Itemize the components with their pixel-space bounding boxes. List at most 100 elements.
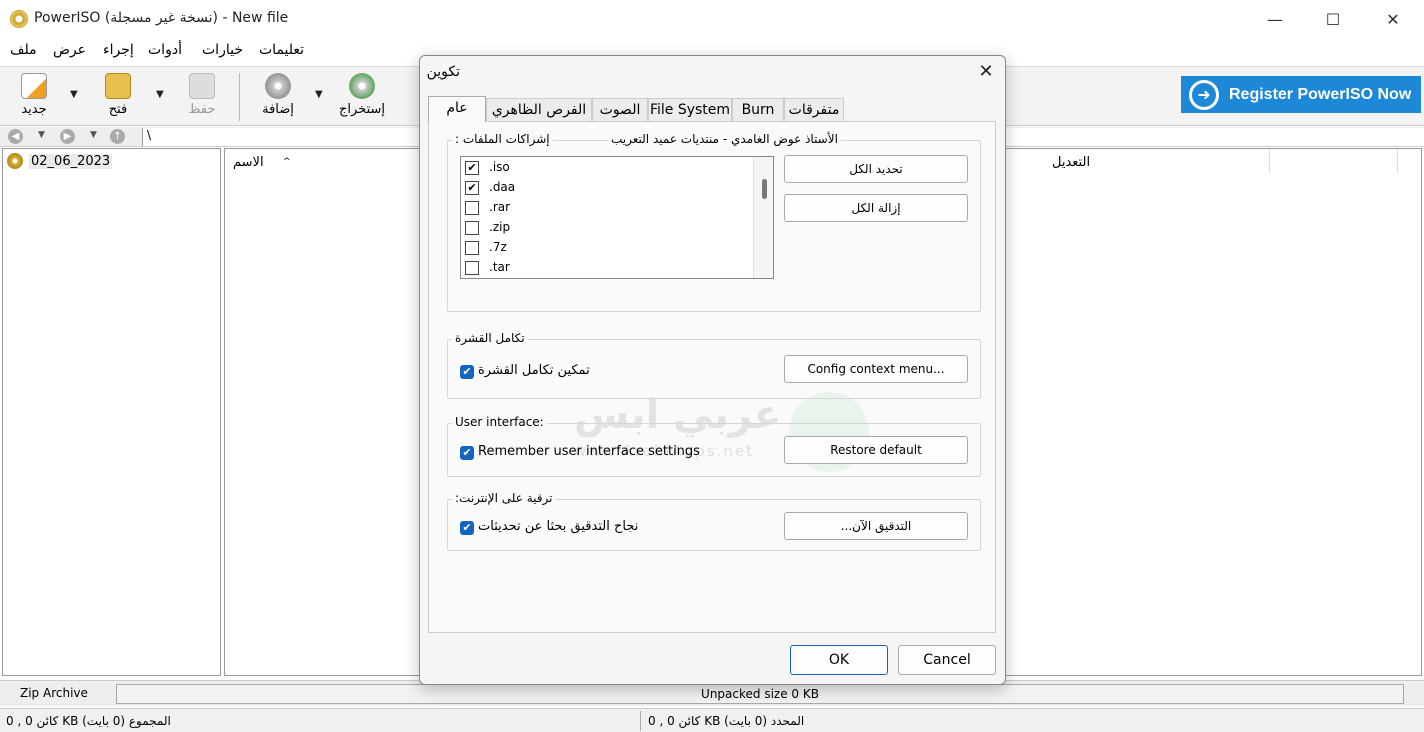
up-folder-icon[interactable]: ↑ — [110, 129, 125, 144]
tab-general[interactable]: عام — [428, 96, 486, 122]
open-button-label: فتح — [108, 102, 128, 117]
column-header-name[interactable]: الاسم — [233, 155, 264, 170]
new-file-icon — [21, 73, 47, 99]
close-window-button[interactable]: ✕ — [1364, 0, 1422, 38]
checkbox[interactable]: ✔ — [465, 181, 479, 195]
dialog-tabs: عام الفرص الظاهري الصوت File System Burn… — [428, 96, 996, 122]
user-interface-title: User interface: — [452, 415, 547, 429]
list-item[interactable]: ✔ .iso — [465, 158, 745, 178]
disc-icon — [7, 153, 23, 169]
extension-label: .tar — [489, 260, 510, 274]
folder-tree-pane: 02_06_2023 — [2, 148, 221, 676]
tree-item-label: 02_06_2023 — [29, 153, 113, 169]
save-button-label: حفظ — [188, 102, 216, 117]
tab-misc[interactable]: متفرقات — [784, 98, 844, 121]
column-separator[interactable] — [1397, 149, 1398, 173]
add-dropdown-arrow[interactable]: ▼ — [315, 89, 323, 100]
open-button[interactable]: فتح — [88, 71, 148, 123]
author-credit: الأستاذ عوض الغامدي - منتديات عميد التعر… — [608, 132, 841, 146]
shell-integration-title: تكامل القشرة — [452, 331, 528, 345]
status-divider — [640, 711, 641, 731]
dialog-close-icon[interactable]: ✕ — [974, 60, 998, 84]
extension-label: .zip — [489, 220, 511, 234]
list-item[interactable]: ✔ .daa — [465, 178, 745, 198]
back-dropdown-icon[interactable]: ▼ — [38, 130, 45, 140]
column-header-modified[interactable]: التعديل — [1052, 155, 1090, 170]
column-separator[interactable] — [1269, 149, 1270, 173]
menu-options[interactable]: خيارات — [202, 42, 243, 58]
new-button[interactable]: جديد — [4, 71, 64, 123]
sort-ascending-icon: ^ — [283, 157, 291, 167]
save-button[interactable]: حفظ — [172, 71, 232, 123]
extract-disc-icon — [349, 73, 375, 99]
file-associations-title: : إشراكات الملفات — [452, 132, 553, 146]
unpacked-size-progress: Unpacked size 0 KB — [116, 684, 1404, 704]
checkbox[interactable] — [465, 241, 479, 255]
shell-integration-label: تمكين تكامل القشرة — [478, 363, 590, 378]
register-label: Register PowerISO Now — [1229, 85, 1412, 103]
checkbox[interactable]: ✔ — [465, 161, 479, 175]
scrollbar-thumb[interactable] — [762, 179, 767, 199]
arrow-right-icon: ➜ — [1189, 79, 1219, 110]
configuration-dialog: تكوين ✕ عام الفرص الظاهري الصوت File Sys… — [419, 55, 1006, 685]
config-context-menu-button[interactable]: Config context menu... — [784, 355, 968, 383]
select-all-button[interactable]: تحديد الكل — [784, 155, 968, 183]
clear-all-button[interactable]: إزالة الكل — [784, 194, 968, 222]
menu-view[interactable]: عرض — [53, 42, 86, 58]
extract-button[interactable]: إستخراج — [332, 71, 392, 123]
menu-action[interactable]: إجراء — [103, 42, 134, 58]
extensions-list[interactable]: ✔ .iso ✔ .daa .rar .zip .7z .tar — [460, 156, 774, 279]
menu-file[interactable]: ملف — [10, 42, 37, 58]
restore-default-button[interactable]: Restore default — [784, 436, 968, 464]
tab-virtual-drive[interactable]: الفرص الظاهري — [486, 98, 592, 121]
title-bar: PowerISO (نسخة غير مسجلة) - New file — ☐… — [0, 0, 1424, 38]
tab-burn[interactable]: Burn — [732, 98, 784, 121]
add-button[interactable]: إضافة — [248, 71, 308, 123]
checkbox[interactable] — [465, 221, 479, 235]
save-disk-icon — [189, 73, 215, 99]
minimize-button[interactable]: — — [1246, 0, 1304, 38]
list-item[interactable]: .zip — [465, 218, 745, 238]
tree-item-root[interactable]: 02_06_2023 — [7, 153, 113, 169]
checkbox[interactable] — [465, 261, 479, 275]
tab-audio[interactable]: الصوت — [592, 98, 648, 121]
open-dropdown-arrow[interactable]: ▼ — [156, 89, 164, 100]
add-button-label: إضافة — [262, 102, 294, 117]
list-scrollbar[interactable] — [753, 157, 773, 278]
list-item[interactable]: .7z — [465, 238, 745, 258]
menu-tools[interactable]: أدوات — [148, 42, 182, 58]
archive-type-label: Zip Archive — [20, 686, 88, 700]
toolbar-separator — [239, 73, 240, 121]
tab-file-system[interactable]: File System — [648, 98, 732, 121]
check-updates-checkbox[interactable]: ✔ — [460, 521, 474, 535]
remember-ui-checkbox[interactable]: ✔ — [460, 446, 474, 460]
check-now-button[interactable]: ...التدقيق الآن — [784, 512, 968, 540]
new-dropdown-arrow[interactable]: ▼ — [70, 89, 78, 100]
back-icon[interactable]: ◀ — [8, 129, 23, 144]
extension-label: .iso — [489, 160, 510, 174]
check-updates-label: نجاح التدقيق بحثا عن تحديثات — [478, 519, 639, 534]
window-title: PowerISO (نسخة غير مسجلة) - New file — [34, 10, 289, 26]
menu-help[interactable]: تعليمات — [259, 42, 304, 58]
total-status: 0 , كائن 0 KB المجموع (0 بايت) — [6, 714, 171, 728]
checkbox[interactable] — [465, 201, 479, 215]
shell-integration-checkbox[interactable]: ✔ — [460, 365, 474, 379]
internet-upgrade-title: :ترقية على الإنترنت — [452, 491, 556, 505]
open-folder-icon — [105, 73, 131, 99]
list-item[interactable]: .rar — [465, 198, 745, 218]
forward-dropdown-icon[interactable]: ▼ — [90, 130, 97, 140]
forward-icon[interactable]: ▶ — [60, 129, 75, 144]
maximize-button[interactable]: ☐ — [1304, 0, 1362, 38]
ok-button[interactable]: OK — [790, 645, 888, 675]
extension-label: .rar — [489, 200, 511, 214]
new-button-label: جديد — [21, 102, 47, 117]
list-item[interactable]: .tar — [465, 258, 745, 278]
file-associations-group: : إشراكات الملفات الأستاذ عوض الغامدي - … — [447, 132, 981, 312]
unpacked-size-label: Unpacked size 0 KB — [701, 687, 819, 701]
register-button[interactable]: ➜ Register PowerISO Now — [1181, 76, 1421, 113]
remember-ui-label: Remember user interface settings — [478, 444, 700, 459]
dialog-title: تكوين — [426, 64, 460, 80]
general-tab-panel: عربي ابس www.ArabiApps.net : إشراكات الم… — [428, 121, 996, 633]
cancel-button[interactable]: Cancel — [898, 645, 996, 675]
selected-status: 0 , كائن 0 KB المحدد (0 بايت) — [648, 714, 805, 728]
